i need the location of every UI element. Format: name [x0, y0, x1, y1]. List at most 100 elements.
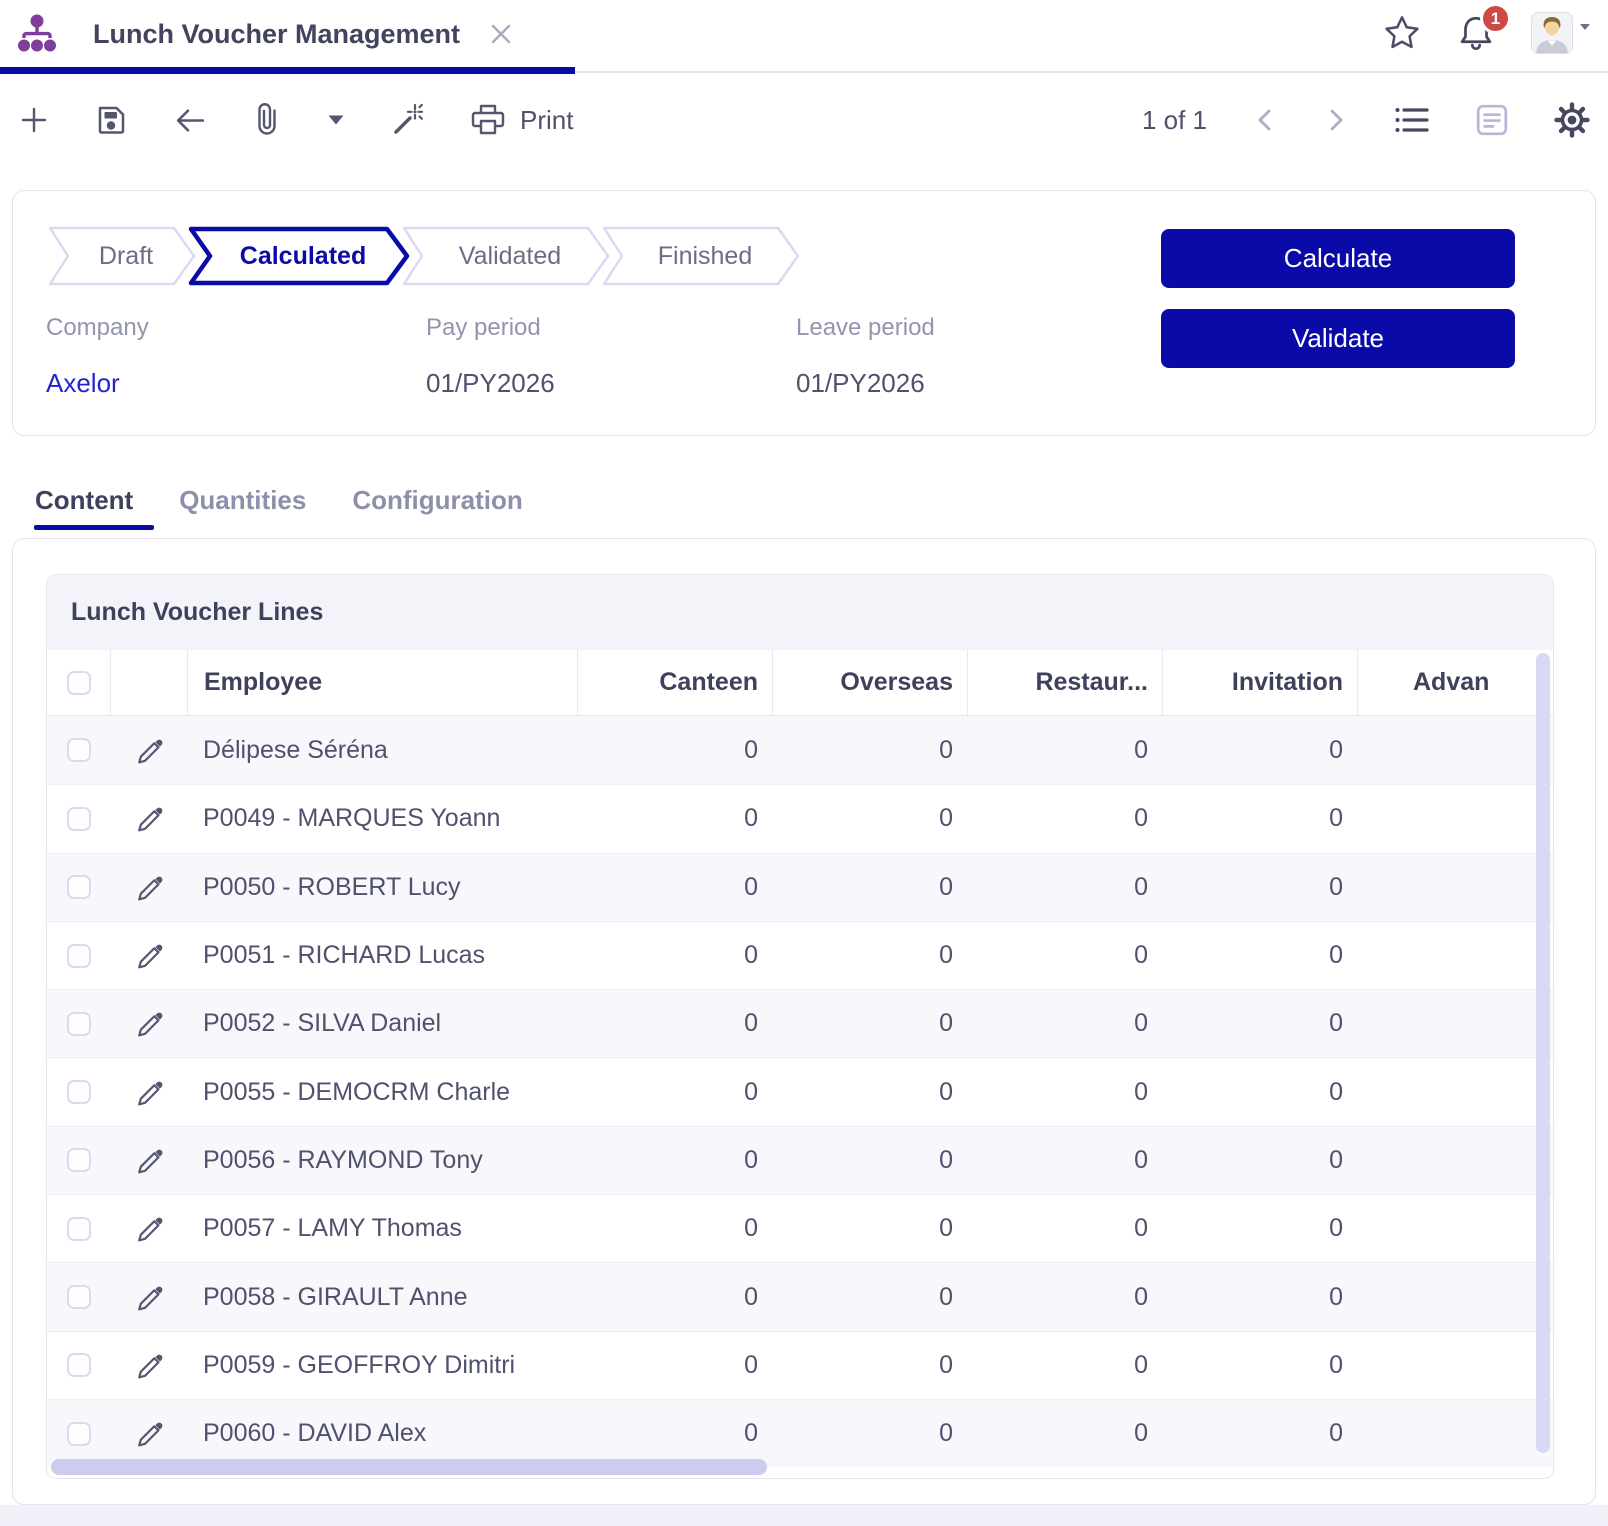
overseas-value: 0	[939, 1419, 953, 1448]
table-body: Délipese Séréna 0 0 0 0 P0049 - MARQUES …	[47, 716, 1553, 1468]
row-checkbox[interactable]	[66, 1216, 91, 1241]
invitation-value: 0	[1329, 1282, 1343, 1311]
row-checkbox[interactable]	[66, 1285, 91, 1310]
col-restaurant[interactable]: Restaur...	[967, 650, 1162, 715]
canteen-value: 0	[744, 941, 758, 970]
notifications-bell[interactable]: 1	[1458, 3, 1511, 53]
col-advance[interactable]: Advan	[1357, 650, 1553, 715]
save-button[interactable]	[94, 103, 128, 137]
step-calculated: Calculated	[186, 225, 412, 287]
employee-name: P0051 - RICHARD Lucas	[203, 941, 486, 970]
edit-pencil-icon[interactable]	[133, 872, 164, 903]
row-checkbox[interactable]	[66, 1353, 91, 1378]
invitation-value: 0	[1329, 872, 1343, 901]
table-row[interactable]: P0056 - RAYMOND Tony 0 0 0 0	[47, 1125, 1553, 1195]
invitation-value: 0	[1329, 1350, 1343, 1379]
restaurant-value: 0	[1134, 1419, 1148, 1448]
wizard-wand-button[interactable]	[389, 103, 425, 137]
table-row[interactable]: P0057 - LAMY Thomas 0 0 0 0	[47, 1194, 1553, 1262]
row-checkbox[interactable]	[66, 738, 91, 763]
edit-pencil-icon[interactable]	[133, 940, 164, 971]
record-toolbar: Print 1 of 1	[0, 82, 1608, 158]
select-all-checkbox[interactable]	[66, 670, 91, 695]
edit-pencil-icon[interactable]	[133, 1077, 164, 1108]
table-row[interactable]: P0049 - MARQUES Yoann 0 0 0 0	[47, 784, 1553, 852]
employee-name: P0049 - MARQUES Yoann	[203, 804, 501, 833]
row-checkbox[interactable]	[66, 1080, 91, 1105]
col-overseas[interactable]: Overseas	[772, 650, 967, 715]
restaurant-value: 0	[1134, 1282, 1148, 1311]
horizontal-scrollbar[interactable]	[51, 1459, 767, 1475]
table-row[interactable]: P0050 - ROBERT Lucy 0 0 0 0	[47, 852, 1553, 921]
invitation-value: 0	[1329, 735, 1343, 764]
canteen-value: 0	[744, 1214, 758, 1243]
printer-icon	[471, 104, 505, 135]
row-checkbox[interactable]	[66, 1421, 91, 1446]
table-row[interactable]: P0058 - GIRAULT Anne 0 0 0 0	[47, 1262, 1553, 1331]
calculate-button[interactable]: Calculate	[1161, 229, 1515, 288]
advance-value	[1357, 1332, 1553, 1399]
canteen-value: 0	[744, 1009, 758, 1038]
prev-record-button[interactable]	[1252, 106, 1278, 134]
table-row[interactable]: P0052 - SILVA Daniel 0 0 0 0	[47, 989, 1553, 1058]
canteen-value: 0	[744, 1077, 758, 1106]
hr-module-icon	[18, 14, 56, 52]
restaurant-value: 0	[1134, 1214, 1148, 1243]
back-button[interactable]	[172, 102, 209, 139]
edit-pencil-icon[interactable]	[133, 735, 164, 766]
next-record-button[interactable]	[1323, 106, 1349, 134]
print-button[interactable]: Print	[469, 102, 573, 138]
lunch-voucher-lines-card: Lunch Voucher Lines Employee Canteen Ove…	[46, 574, 1554, 1479]
edit-pencil-icon[interactable]	[133, 1282, 164, 1313]
overseas-value: 0	[939, 1009, 953, 1038]
favorite-star-icon[interactable]	[1383, 14, 1421, 52]
canteen-value: 0	[744, 804, 758, 833]
tab-quantities[interactable]: Quantities	[179, 485, 306, 528]
row-checkbox[interactable]	[66, 806, 91, 831]
edit-pencil-icon[interactable]	[133, 1213, 164, 1244]
edit-pencil-icon[interactable]	[133, 1350, 164, 1381]
active-view-tab[interactable]: Lunch Voucher Management	[0, 0, 1608, 68]
table-row[interactable]: P0055 - DEMOCRM Charle 0 0 0 0	[47, 1057, 1553, 1125]
col-canteen[interactable]: Canteen	[577, 650, 772, 715]
employee-name: P0059 - GEOFFROY Dimitri	[203, 1350, 516, 1379]
edit-column-header	[110, 650, 187, 715]
row-checkbox[interactable]	[66, 875, 91, 900]
col-employee[interactable]: Employee	[187, 650, 577, 715]
user-menu-caret-icon	[1580, 24, 1590, 30]
edit-pencil-icon[interactable]	[133, 1145, 164, 1176]
new-record-button[interactable]	[18, 104, 50, 136]
col-invitation[interactable]: Invitation	[1162, 650, 1357, 715]
grid-view-button[interactable]	[1394, 105, 1430, 135]
attachment-button[interactable]	[253, 100, 283, 140]
edit-pencil-icon[interactable]	[133, 803, 164, 834]
restaurant-value: 0	[1134, 1009, 1148, 1038]
row-checkbox[interactable]	[66, 943, 91, 968]
edit-pencil-icon[interactable]	[133, 1008, 164, 1039]
close-tab-icon[interactable]	[487, 20, 515, 48]
tab-configuration[interactable]: Configuration	[352, 485, 522, 528]
form-view-button[interactable]	[1475, 103, 1509, 137]
overseas-value: 0	[939, 804, 953, 833]
user-menu[interactable]	[1531, 12, 1590, 54]
validate-button[interactable]: Validate	[1161, 309, 1515, 368]
canteen-value: 0	[744, 1419, 758, 1448]
advance-value	[1357, 716, 1553, 784]
company-value-link[interactable]: Axelor	[46, 368, 426, 399]
tab-content[interactable]: Content	[33, 485, 155, 530]
vertical-scrollbar[interactable]	[1536, 653, 1550, 1453]
table-row[interactable]: Délipese Séréna 0 0 0 0	[47, 716, 1553, 785]
more-actions-caret[interactable]	[327, 114, 345, 126]
table-row[interactable]: P0060 - DAVID Alex 0 0 0 0	[47, 1398, 1553, 1468]
edit-pencil-icon[interactable]	[133, 1418, 164, 1449]
avatar	[1531, 12, 1573, 54]
restaurant-value: 0	[1134, 872, 1148, 901]
table-row[interactable]: P0051 - RICHARD Lucas 0 0 0 0	[47, 920, 1553, 989]
row-checkbox[interactable]	[66, 1148, 91, 1173]
top-tab-bar: Lunch Voucher Management 1	[0, 0, 1608, 74]
row-checkbox[interactable]	[66, 1011, 91, 1036]
advance-value	[1357, 1263, 1553, 1330]
advance-value	[1357, 1400, 1553, 1467]
table-row[interactable]: P0059 - GEOFFROY Dimitri 0 0 0 0	[47, 1330, 1553, 1399]
settings-gear-button[interactable]	[1554, 102, 1590, 138]
